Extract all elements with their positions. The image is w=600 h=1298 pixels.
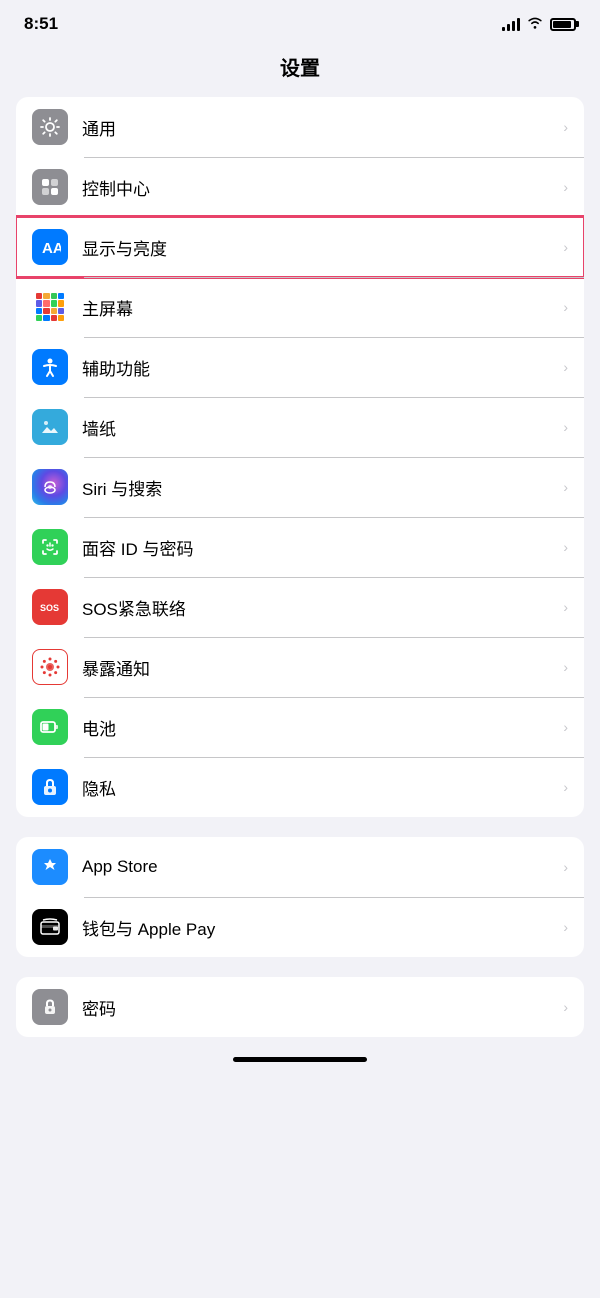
status-icons — [502, 15, 576, 34]
label-sos: SOS紧急联络 — [82, 595, 559, 620]
row-accessibility[interactable]: 辅助功能 › — [16, 337, 584, 397]
row-password[interactable]: 密码 › — [16, 977, 584, 1037]
battery-icon — [550, 18, 576, 31]
label-password: 密码 — [82, 995, 559, 1020]
svg-text:SOS: SOS — [40, 603, 59, 613]
icon-password — [32, 989, 68, 1025]
row-exposure[interactable]: 暴露通知 › — [16, 637, 584, 697]
settings-group-3: 密码 › — [16, 977, 584, 1037]
label-accessibility: 辅助功能 — [82, 355, 559, 380]
chevron-exposure: › — [563, 659, 568, 675]
chevron-password: › — [563, 999, 568, 1015]
icon-privacy — [32, 769, 68, 805]
chevron-siri: › — [563, 479, 568, 495]
icon-control-center — [32, 169, 68, 205]
row-home-screen[interactable]: 主屏幕 › — [16, 277, 584, 337]
status-bar: 8:51 — [0, 0, 600, 42]
label-appstore: App Store — [82, 857, 559, 877]
svg-text:AA: AA — [42, 240, 61, 257]
row-control-center[interactable]: 控制中心 › — [16, 157, 584, 217]
row-general[interactable]: 通用 › — [16, 97, 584, 157]
row-sos[interactable]: SOS SOS紧急联络 › — [16, 577, 584, 637]
icon-appstore — [32, 849, 68, 885]
row-battery[interactable]: 电池 › — [16, 697, 584, 757]
row-privacy[interactable]: 隐私 › — [16, 757, 584, 817]
label-battery: 电池 — [82, 715, 559, 740]
chevron-appstore: › — [563, 859, 568, 875]
row-display[interactable]: AA 显示与亮度 › — [16, 217, 584, 277]
icon-wallpaper — [32, 409, 68, 445]
label-wallet: 钱包与 Apple Pay — [82, 915, 559, 940]
icon-exposure — [32, 649, 68, 685]
icon-general — [32, 109, 68, 145]
label-faceid: 面容 ID 与密码 — [82, 535, 559, 560]
label-siri: Siri 与搜索 — [82, 475, 559, 500]
row-faceid[interactable]: 面容 ID 与密码 › — [16, 517, 584, 577]
chevron-home-screen: › — [563, 299, 568, 315]
page-title: 设置 — [0, 42, 600, 97]
icon-home-screen — [32, 289, 68, 325]
icon-faceid — [32, 529, 68, 565]
icon-wallet — [32, 909, 68, 945]
label-wallpaper: 墙纸 — [82, 415, 559, 440]
icon-battery — [32, 709, 68, 745]
home-indicator — [233, 1057, 367, 1062]
chevron-general: › — [563, 119, 568, 135]
chevron-sos: › — [563, 599, 568, 615]
chevron-battery: › — [563, 719, 568, 735]
row-wallet[interactable]: 钱包与 Apple Pay › — [16, 897, 584, 957]
label-privacy: 隐私 — [82, 775, 559, 800]
row-appstore[interactable]: App Store › — [16, 837, 584, 897]
icon-sos: SOS — [32, 589, 68, 625]
label-exposure: 暴露通知 — [82, 655, 559, 680]
label-home-screen: 主屏幕 — [82, 295, 559, 320]
chevron-control-center: › — [563, 179, 568, 195]
icon-accessibility — [32, 349, 68, 385]
chevron-accessibility: › — [563, 359, 568, 375]
row-wallpaper[interactable]: 墙纸 › — [16, 397, 584, 457]
chevron-privacy: › — [563, 779, 568, 795]
chevron-faceid: › — [563, 539, 568, 555]
icon-display: AA — [32, 229, 68, 265]
wifi-icon — [526, 15, 544, 34]
label-general: 通用 — [82, 115, 559, 140]
chevron-wallet: › — [563, 919, 568, 935]
chevron-display: › — [563, 239, 568, 255]
chevron-wallpaper: › — [563, 419, 568, 435]
status-time: 8:51 — [24, 14, 58, 34]
settings-group-1: 通用 › 控制中心 › AA 显示与亮度 › — [16, 97, 584, 817]
row-siri[interactable]: Siri 与搜索 › — [16, 457, 584, 517]
label-display: 显示与亮度 — [82, 235, 559, 260]
icon-siri — [32, 469, 68, 505]
label-control-center: 控制中心 — [82, 175, 559, 200]
signal-icon — [502, 17, 520, 31]
settings-group-2: App Store › 钱包与 Apple Pay › — [16, 837, 584, 957]
